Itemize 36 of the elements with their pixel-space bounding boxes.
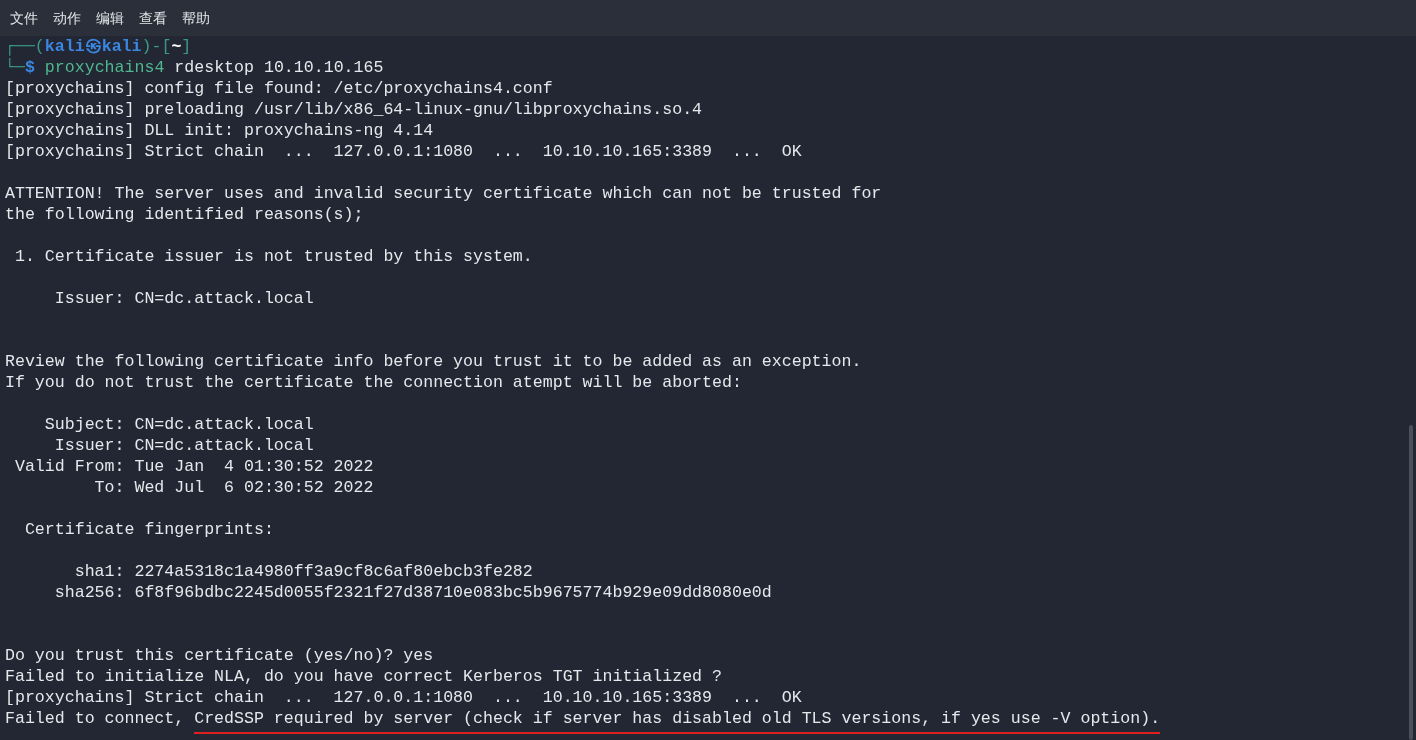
menu-item[interactable]: 文件 — [10, 7, 38, 29]
menu-item[interactable]: 编辑 — [96, 7, 124, 29]
terminal-line: [proxychains] preloading /usr/lib/x86_64-linux-gnu/libproxychains.so.4 — [5, 100, 703, 119]
terminal-line: [proxychains] Strict chain ... 127.0.0.1:1080 ... 10.10.10.165:3389 ... OK — [5, 142, 802, 161]
terminal-line: Certificate fingerprints: — [23, 520, 274, 539]
terminal-line: [proxychains] DLL init: proxychains-ng 4.14 — [5, 121, 434, 140]
prompt-frame: ┌──( — [5, 37, 45, 56]
prompt-frame: )-[ — [141, 37, 172, 56]
prompt-directory: ~ — [171, 37, 182, 56]
menu-item[interactable]: 查看 — [139, 7, 167, 29]
terminal-line: [proxychains] Strict chain ... 127.0.0.1:1080 ... 10.10.10.165:3389 ... OK — [5, 688, 802, 707]
terminal-line: Issuer: CN=dc.attack.local — [53, 436, 314, 455]
terminal-line: Valid From: Tue Jan 4 01:30:52 2022 — [13, 457, 374, 476]
terminal-line: ATTENTION! The server uses and invalid security certificate which can not be trusted for — [5, 184, 882, 203]
terminal-line: Issuer: CN=dc.attack.local — [53, 289, 314, 308]
terminal-line: sha1: 2274a5318c1a4980ff3a9cf8c6af80ebcb3fe282 — [73, 562, 533, 581]
terminal-line: Failed to initialize NLA, do you have correct Kerberos TGT initialized ? — [5, 667, 722, 686]
scrollbar-thumb[interactable] — [1409, 425, 1413, 740]
prompt-frame: ] — [181, 37, 192, 56]
prompt-frame: └─ — [5, 58, 25, 77]
menu-item[interactable]: 帮助 — [182, 7, 210, 29]
terminal-line: To: Wed Jul 6 02:30:52 2022 — [93, 478, 374, 497]
prompt-user: kali㉿kali — [44, 37, 142, 56]
terminal-line: Do you trust this certificate (yes/no)? yes — [5, 646, 434, 665]
menu-item[interactable]: 动作 — [53, 7, 81, 29]
terminal-line: the following identified reasons(s); — [5, 205, 364, 224]
terminal-line: Review the following certificate info before you trust it to be added as an exception. — [5, 352, 862, 371]
command-name: proxychains4 — [43, 58, 165, 77]
terminal-line: Failed to connect, CredSSP required by server (check if server has disabled old TLS versions, if yes use -V option). — [5, 709, 1161, 734]
command-arguments: rdesktop 10.10.10.165 — [173, 58, 384, 77]
terminal-line: [proxychains] config file found: /etc/proxychains4.conf — [5, 79, 553, 98]
terminal-line: sha256: 6f8f96bdbc2245d0055f2321f27d38710e083bc5b9675774b929e09dd8080e0d — [53, 583, 772, 602]
terminal-line: 1. Certificate issuer is not trusted by this system. — [13, 247, 533, 266]
terminal-line: Subject: CN=dc.attack.local — [43, 415, 314, 434]
terminal-line: If you do not trust the certificate the connection atempt will be aborted: — [5, 373, 742, 392]
prompt-user: $ — [24, 58, 35, 77]
